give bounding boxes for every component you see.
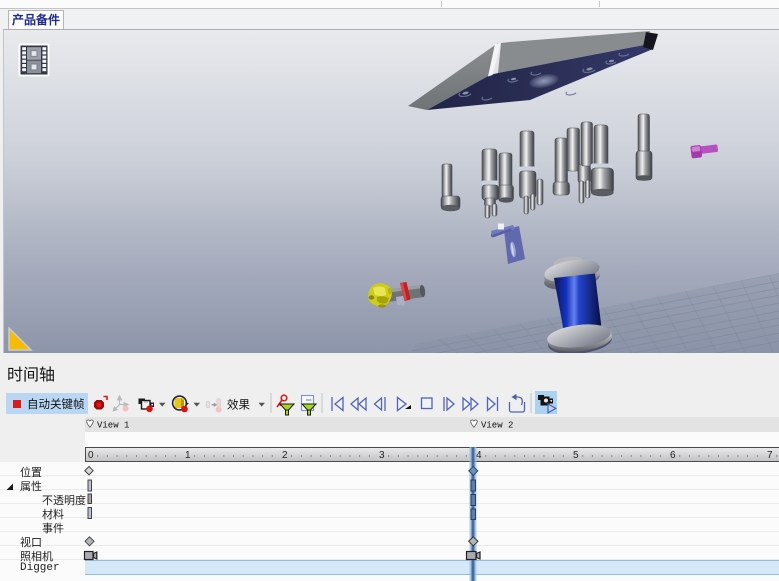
svg-text:View 1: View 1 bbox=[97, 421, 129, 431]
svg-text:效果: 效果 bbox=[227, 398, 250, 412]
svg-text:View 2: View 2 bbox=[481, 421, 513, 431]
svg-text:自动关键帧: 自动关键帧 bbox=[27, 397, 85, 411]
